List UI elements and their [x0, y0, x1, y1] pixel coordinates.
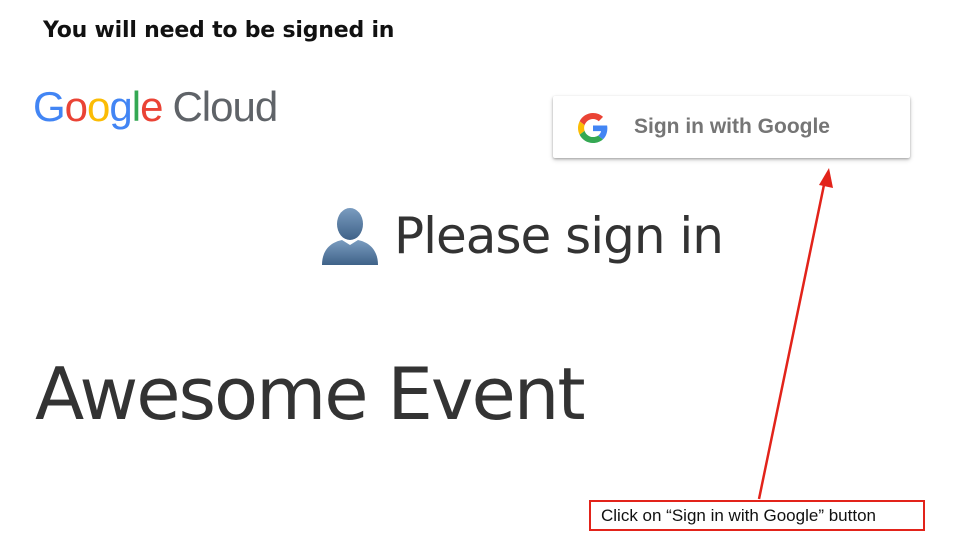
logo-product-name: Cloud: [172, 83, 278, 130]
person-silhouette-icon: [318, 205, 382, 265]
sign-in-with-google-button[interactable]: Sign in with Google: [553, 96, 910, 158]
event-title: Awesome Event: [35, 352, 586, 436]
sign-in-button-label: Sign in with Google: [634, 115, 830, 138]
please-sign-in-heading: Please sign in: [318, 205, 724, 265]
logo-letter-o1: o: [64, 83, 88, 130]
callout-arrow: [757, 168, 833, 500]
google-wordmark: Google: [33, 83, 163, 130]
slide-title: You will need to be signed in: [43, 18, 395, 43]
google-cloud-logo: Google Cloud: [33, 83, 278, 130]
logo-letter-l: l: [131, 83, 141, 130]
please-sign-in-text: Please sign in: [394, 207, 724, 265]
instruction-callout: Click on “Sign in with Google” button: [589, 500, 925, 531]
logo-letter-o2: o: [87, 83, 110, 130]
google-g-icon: [578, 113, 608, 143]
logo-letter-g: G: [33, 83, 66, 130]
logo-letter-e: e: [140, 83, 163, 130]
logo-letter-g2: g: [109, 83, 132, 130]
